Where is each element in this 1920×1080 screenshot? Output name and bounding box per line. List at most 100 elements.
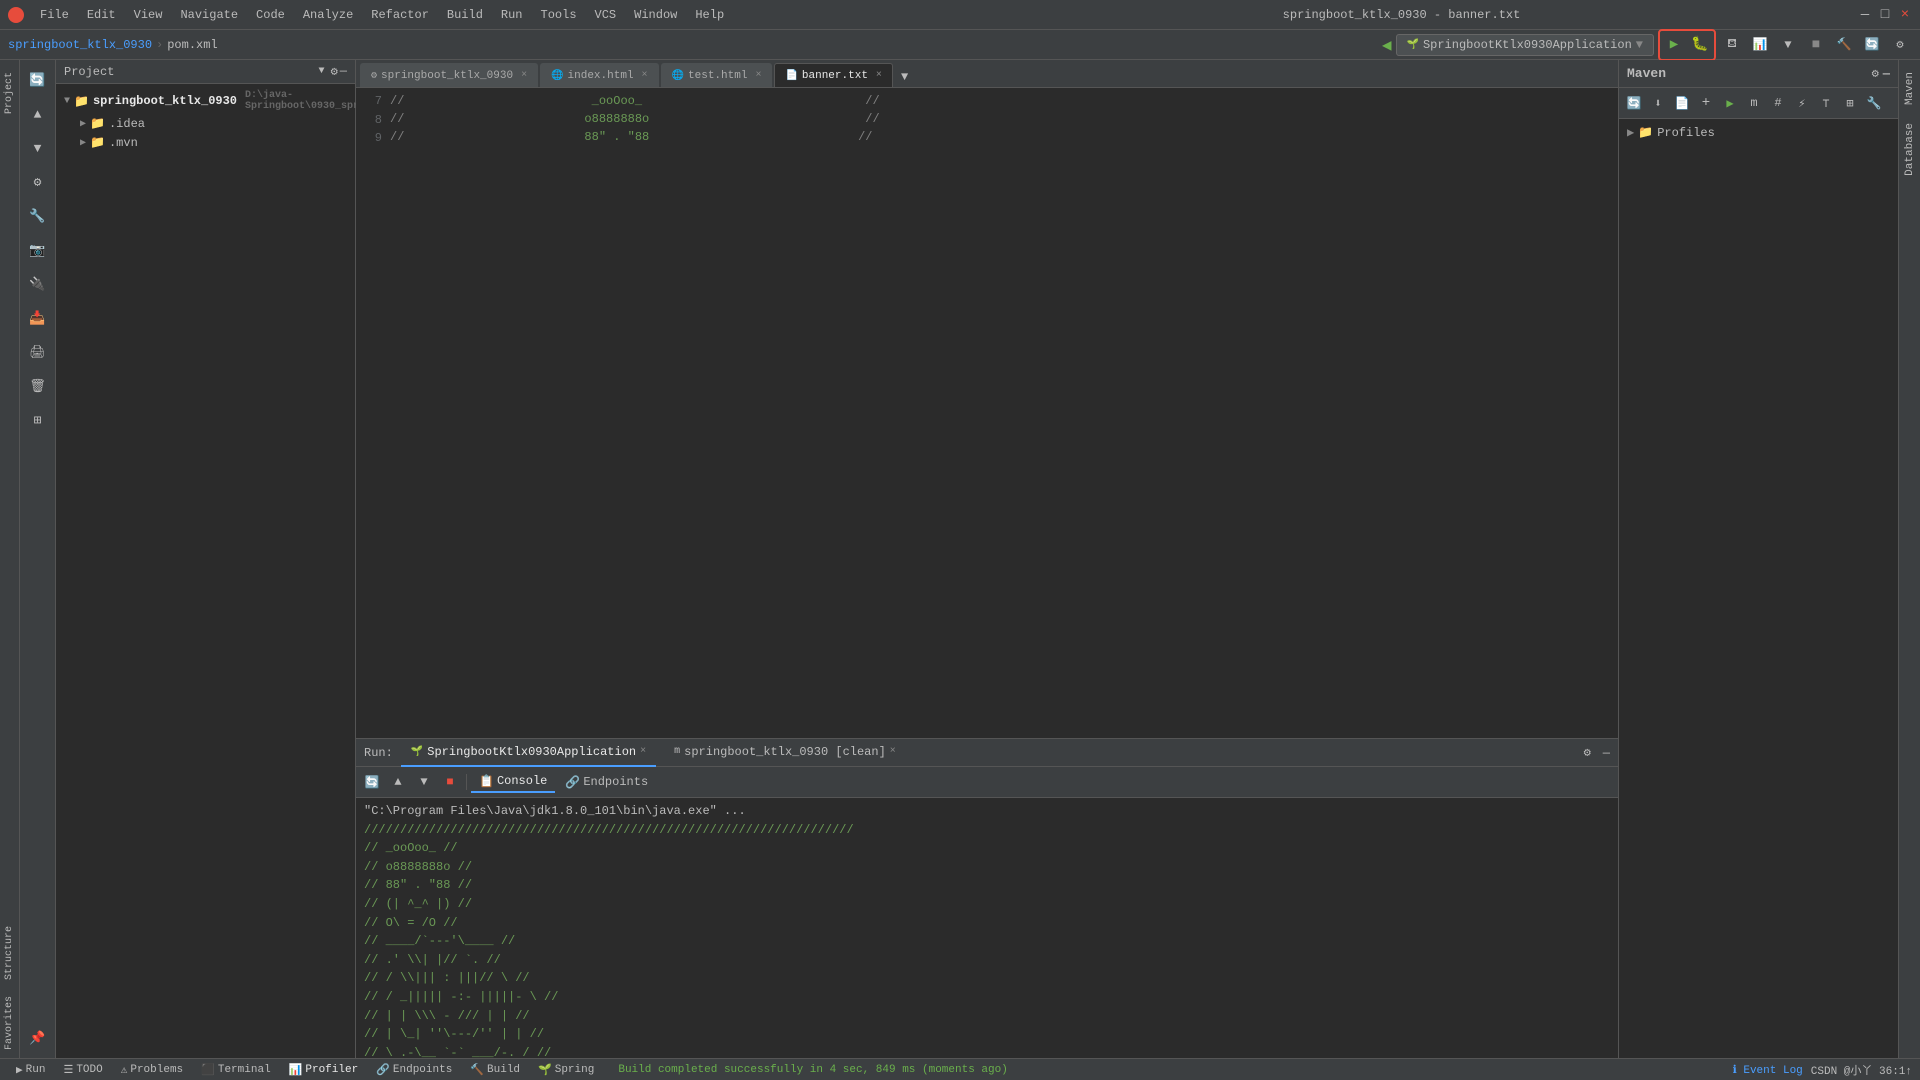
menu-navigate[interactable]: Navigate — [172, 6, 246, 24]
menu-file[interactable]: File — [32, 6, 77, 24]
maven-reload-button[interactable]: 🔄 — [1623, 92, 1645, 114]
close-tab-index[interactable]: × — [642, 70, 648, 81]
more-run-options[interactable]: ▼ — [1776, 33, 1800, 57]
wrench-icon[interactable]: 🔧 — [22, 200, 54, 232]
coverage-button[interactable]: ⛾ — [1720, 33, 1744, 57]
run-stop-button[interactable]: ■ — [438, 771, 462, 793]
event-log-link[interactable]: ℹ Event Log — [1733, 1063, 1803, 1077]
maven-lightning-button[interactable]: ⚡ — [1791, 92, 1813, 114]
project-tab-label[interactable]: Project — [2, 64, 17, 122]
maven-parallel-button[interactable]: # — [1767, 92, 1789, 114]
project-panel-dropdown[interactable]: ▼ — [319, 66, 325, 77]
nav-back-button[interactable]: ◀ — [1382, 35, 1392, 55]
tab-springboot-app[interactable]: ⚙ springboot_ktlx_0930 × — [360, 63, 538, 87]
layout-icon[interactable]: ⊞ — [22, 404, 54, 436]
maven-collapse-all[interactable]: ⊞ — [1839, 92, 1861, 114]
maven-download-button[interactable]: ⬇ — [1647, 92, 1669, 114]
menu-window[interactable]: Window — [626, 6, 685, 24]
maximize-button[interactable]: □ — [1878, 8, 1892, 22]
settings-icon[interactable]: ⚙ — [22, 166, 54, 198]
run-tab-springboot[interactable]: 🌱 SpringbootKtlx0930Application × — [401, 739, 656, 767]
camera-icon[interactable]: 📷 — [22, 234, 54, 266]
scroll-up-icon[interactable]: ▲ — [22, 98, 54, 130]
tab-test-html[interactable]: 🌐 test.html × — [661, 63, 773, 87]
run-tab-clean[interactable]: m springboot_ktlx_0930 [clean] × — [664, 739, 906, 767]
tab-banner-txt[interactable]: 📄 banner.txt × — [774, 63, 892, 87]
maven-run-button[interactable]: ▶ — [1719, 92, 1741, 114]
menu-refactor[interactable]: Refactor — [363, 6, 437, 24]
collapse-icon[interactable]: — — [340, 64, 347, 79]
editor-content: 789 // _ooOoo_ // // o8888888o // — [356, 88, 1618, 738]
run-panel-up[interactable]: ▲ — [386, 771, 410, 793]
refresh-icon[interactable]: 🔄 — [22, 64, 54, 96]
run-panel-settings[interactable]: ⚙ — [1584, 745, 1591, 760]
run-button[interactable]: ▶ — [1662, 33, 1686, 57]
delete-icon[interactable]: 🗑 — [22, 370, 54, 402]
mvn-folder-item[interactable]: ▶ 📁 .mvn — [60, 133, 351, 152]
menu-vcs[interactable]: VCS — [587, 6, 625, 24]
favorites-tab-label[interactable]: Favorites — [2, 988, 17, 1058]
menu-code[interactable]: Code — [248, 6, 293, 24]
status-todo-tab[interactable]: ☰ TODO — [55, 1061, 110, 1079]
build-project-button[interactable]: 🔨 — [1832, 33, 1856, 57]
minimize-button[interactable]: — — [1858, 8, 1872, 22]
menu-view[interactable]: View — [126, 6, 171, 24]
status-problems-tab[interactable]: ⚠ Problems — [113, 1061, 191, 1079]
menu-help[interactable]: Help — [687, 6, 732, 24]
idea-folder-item[interactable]: ▶ 📁 .idea — [60, 114, 351, 133]
profiler-run-button[interactable]: 📊 — [1748, 33, 1772, 57]
breadcrumb-file[interactable]: pom.xml — [167, 38, 217, 52]
close-run-tab-clean[interactable]: × — [890, 746, 896, 757]
menu-edit[interactable]: Edit — [79, 6, 124, 24]
close-run-tab-springboot[interactable]: × — [640, 746, 646, 757]
more-tabs-button[interactable]: ▼ — [895, 67, 914, 87]
maven-add-button[interactable]: + — [1695, 92, 1717, 114]
debug-button[interactable]: 🐛 — [1688, 33, 1712, 57]
banner-line-3: // o8888888o // — [364, 858, 1610, 877]
run-panel-down[interactable]: ▼ — [412, 771, 436, 793]
maven-profiles-item[interactable]: ▶ 📁 Profiles — [1623, 123, 1894, 142]
maven-download-sources[interactable]: 📄 — [1671, 92, 1693, 114]
scroll-down-icon[interactable]: ▼ — [22, 132, 54, 164]
maven-collapse-icon[interactable]: — — [1883, 67, 1890, 81]
status-spring-tab[interactable]: 🌱 Spring — [530, 1061, 602, 1079]
menu-tools[interactable]: Tools — [533, 6, 585, 24]
close-tab-springboot[interactable]: × — [521, 70, 527, 81]
project-root-item[interactable]: ▼ 📁 springboot_ktlx_0930 D:\java-Springb… — [60, 88, 351, 114]
menu-run[interactable]: Run — [493, 6, 531, 24]
status-profiler-tab[interactable]: 📊 Profiler — [281, 1061, 367, 1079]
close-tab-test[interactable]: × — [755, 70, 761, 81]
run-panel-collapse[interactable]: — — [1603, 746, 1610, 760]
menu-bar: File Edit View Navigate Code Analyze Ref… — [32, 6, 945, 24]
database-far-tab[interactable]: Database — [1901, 115, 1919, 184]
pin-icon[interactable]: 📌 — [22, 1022, 54, 1054]
tab-index-html[interactable]: 🌐 index.html × — [540, 63, 658, 87]
maven-far-tab[interactable]: Maven — [1901, 64, 1919, 113]
status-terminal-tab[interactable]: ⬛ Terminal — [193, 1061, 279, 1079]
maven-settings-icon[interactable]: ⚙ — [1872, 66, 1879, 81]
maven-toggle-button[interactable]: ⊤ — [1815, 92, 1837, 114]
menu-build[interactable]: Build — [439, 6, 491, 24]
maven-help-button[interactable]: 🔧 — [1863, 92, 1885, 114]
close-button[interactable]: × — [1898, 8, 1912, 22]
endpoints-subtab[interactable]: 🔗 Endpoints — [557, 773, 656, 792]
update-button[interactable]: 🔄 — [1860, 33, 1884, 57]
stop-button[interactable]: ■ — [1804, 33, 1828, 57]
print-icon[interactable]: 🖨 — [22, 336, 54, 368]
maven-panel-header: Maven ⚙ — — [1619, 60, 1898, 88]
status-endpoints-tab[interactable]: 🔗 Endpoints — [368, 1061, 460, 1079]
structure-tab-label[interactable]: Structure — [2, 918, 17, 988]
close-tab-banner[interactable]: × — [876, 70, 882, 81]
status-run-tab[interactable]: ▶ Run — [8, 1061, 53, 1079]
menu-analyze[interactable]: Analyze — [295, 6, 361, 24]
settings-nav-button[interactable]: ⚙ — [1888, 33, 1912, 57]
import-icon[interactable]: 📥 — [22, 302, 54, 334]
maven-m-button[interactable]: m — [1743, 92, 1765, 114]
rerun-button[interactable]: 🔄 — [360, 771, 384, 793]
gear-icon[interactable]: ⚙ — [331, 64, 338, 79]
breadcrumb-project[interactable]: springboot_ktlx_0930 — [8, 38, 152, 52]
run-config-selector[interactable]: 🌱 SpringbootKtlx0930Application ▼ — [1396, 34, 1655, 56]
console-subtab[interactable]: 📋 Console — [471, 772, 555, 793]
status-build-tab[interactable]: 🔨 Build — [462, 1061, 528, 1079]
plugin-icon[interactable]: 🔌 — [22, 268, 54, 300]
